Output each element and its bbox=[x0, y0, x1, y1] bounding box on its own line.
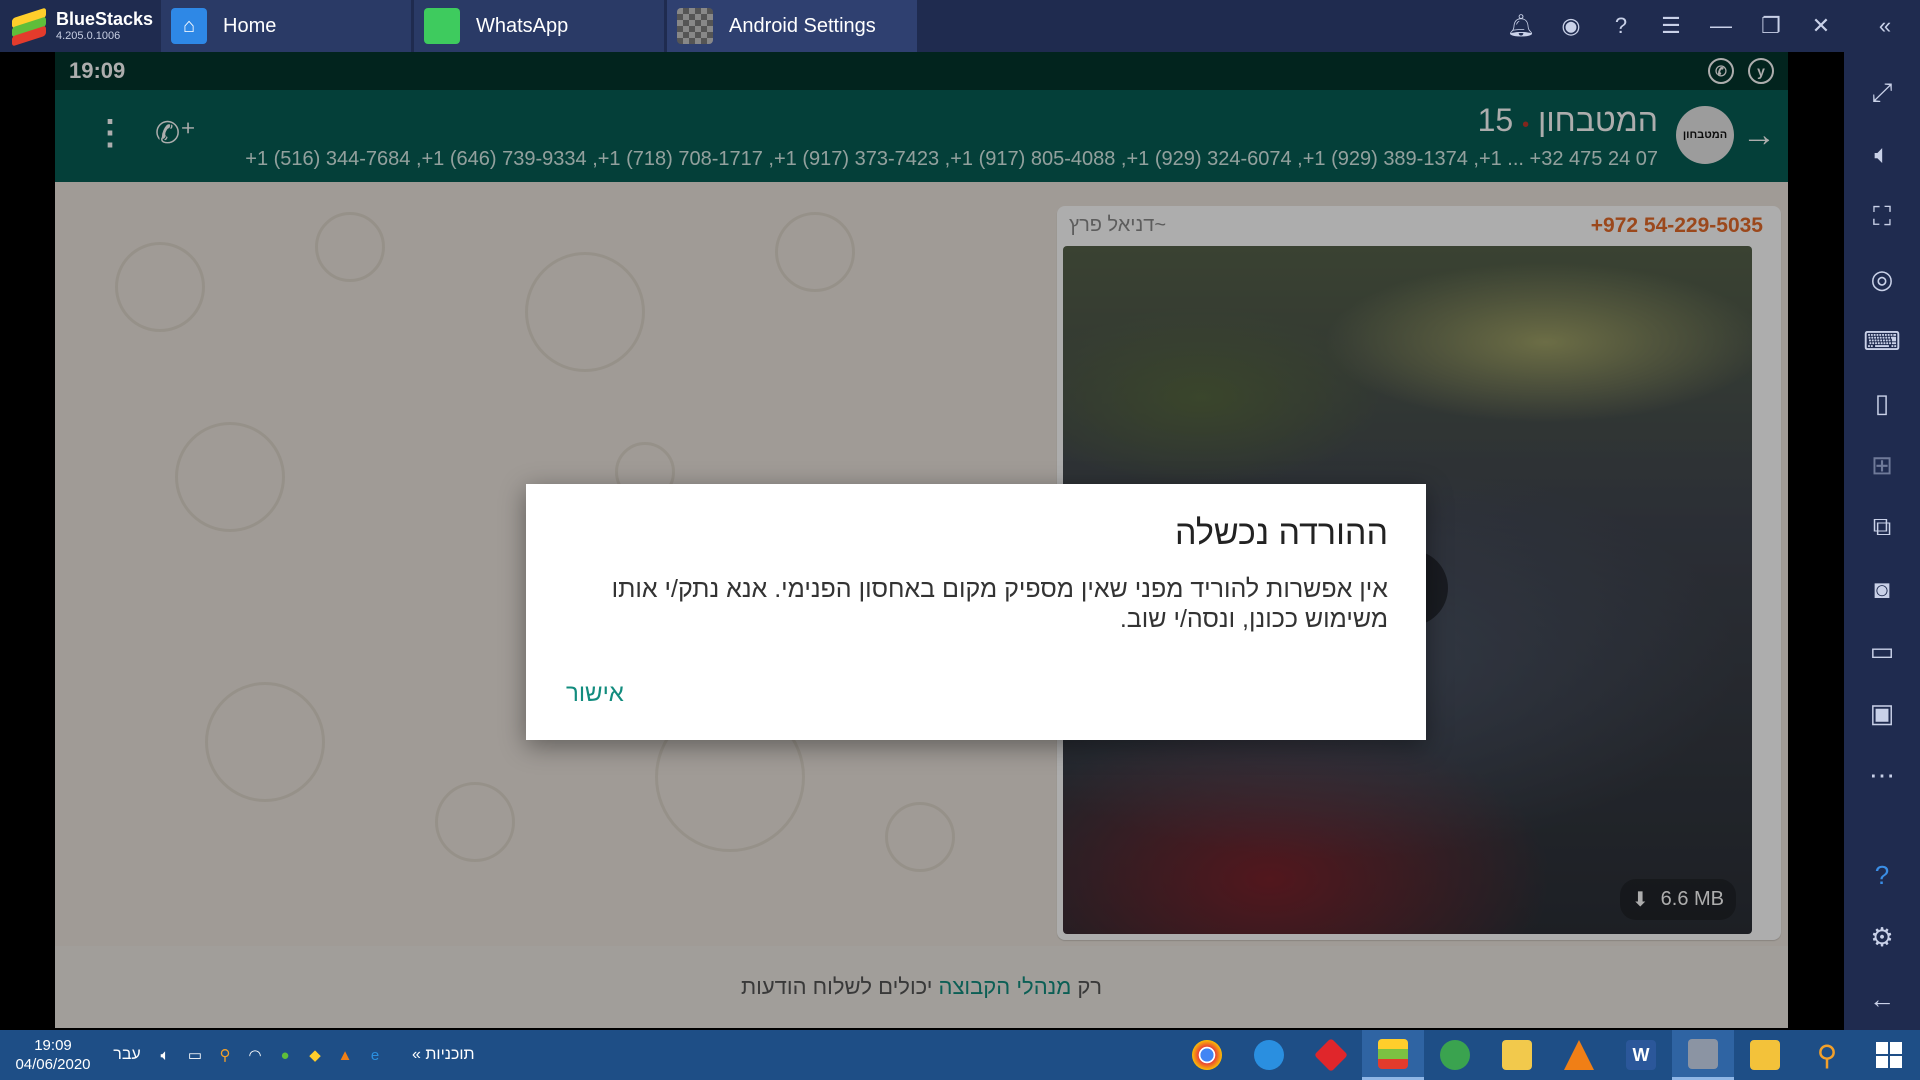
speaker-icon[interactable]: 🔈︎ bbox=[154, 1044, 176, 1066]
bluestacks-taskbar-icon[interactable] bbox=[1362, 1030, 1424, 1080]
clock-date: 04/06/2020 bbox=[15, 1056, 91, 1073]
restore-icon[interactable]: ❐ bbox=[1746, 0, 1796, 52]
system-tray: 🔈︎ ▭ ⚲ ◠ ● ◆ ▲ e bbox=[154, 1044, 386, 1066]
rotate-icon[interactable]: ▯ bbox=[1844, 372, 1920, 434]
account-icon[interactable]: ◉ bbox=[1546, 0, 1596, 52]
more-icon[interactable]: ⋯ bbox=[1844, 744, 1920, 806]
volume-icon[interactable]: 🔈︎ bbox=[1844, 124, 1920, 186]
back-icon[interactable]: ← bbox=[1844, 968, 1920, 1030]
word-icon[interactable]: W bbox=[1610, 1030, 1672, 1080]
title-bar: BlueStacks 4.205.0.1006 ⌂ Home WhatsApp … bbox=[0, 0, 1920, 52]
eye-icon[interactable]: ◎ bbox=[1844, 248, 1920, 310]
gamepad-icon[interactable]: ⊞ bbox=[1844, 434, 1920, 496]
tab-label: WhatsApp bbox=[476, 14, 569, 37]
collapse-sidebar-icon[interactable]: « bbox=[1860, 0, 1910, 52]
chrome-icon[interactable] bbox=[1176, 1030, 1238, 1080]
fullscreen-icon[interactable]: ⤢ bbox=[1844, 62, 1920, 124]
app-name: BlueStacks bbox=[56, 9, 154, 29]
close-icon[interactable]: ✕ bbox=[1796, 0, 1846, 52]
multi-instance-icon[interactable]: ⧉ bbox=[1844, 496, 1920, 558]
folder-app-icon[interactable] bbox=[1486, 1030, 1548, 1080]
bell-icon[interactable]: 🔔︎ bbox=[1496, 0, 1546, 52]
windows-start-icon[interactable] bbox=[1858, 1030, 1920, 1080]
battery-icon[interactable]: ▭ bbox=[184, 1044, 206, 1066]
search-tray-icon[interactable]: ⚲ bbox=[214, 1044, 236, 1066]
search-icon[interactable]: ⚲ bbox=[1796, 1030, 1858, 1080]
programs-toolbar[interactable]: « תוכניות bbox=[412, 1046, 475, 1064]
settings-icon[interactable]: ⚙ bbox=[1844, 906, 1920, 968]
bluestacks-logo: BlueStacks 4.205.0.1006 bbox=[0, 0, 158, 52]
dialog-message: אין אפשרות להוריד מפני שאין מספיק מקום ב… bbox=[611, 575, 1388, 633]
app-version: 4.205.0.1006 bbox=[56, 30, 121, 42]
help-icon[interactable]: ? bbox=[1596, 0, 1646, 52]
tab-android-settings[interactable]: Android Settings bbox=[667, 0, 917, 52]
download-failed-dialog: ההורדה נכשלה אין אפשרות להוריד מפני שאין… bbox=[526, 484, 1426, 740]
edge-icon[interactable] bbox=[1238, 1030, 1300, 1080]
windows-taskbar: 19:09 04/06/2020 עבר 🔈︎ ▭ ⚲ ◠ ● ◆ ▲ e « … bbox=[0, 1030, 1920, 1080]
menu-icon[interactable]: ☰ bbox=[1646, 0, 1696, 52]
whatsapp-app-icon bbox=[424, 8, 460, 44]
keyboard-icon[interactable]: ⌨ bbox=[1844, 310, 1920, 372]
resize-icon[interactable]: ⛶ bbox=[1844, 186, 1920, 248]
programs-label: תוכניות bbox=[425, 1046, 475, 1063]
globe-tray-icon[interactable]: ● bbox=[274, 1044, 296, 1066]
android-screen: 19:09 ✆ y → המטבחון המטבחון • 15 +1 (516… bbox=[55, 52, 1788, 1028]
screenshot-icon[interactable]: ◙ bbox=[1844, 558, 1920, 620]
wifi-icon[interactable]: ◠ bbox=[244, 1044, 266, 1066]
minimize-icon[interactable]: — bbox=[1696, 0, 1746, 52]
bluestacks-tray-icon[interactable]: ◆ bbox=[304, 1044, 326, 1066]
taskbar-clock[interactable]: 19:09 04/06/2020 bbox=[0, 1030, 106, 1080]
camera-app-icon[interactable] bbox=[1672, 1030, 1734, 1080]
clock-time: 19:09 bbox=[34, 1036, 72, 1054]
tab-whatsapp[interactable]: WhatsApp bbox=[414, 0, 664, 52]
ok-button[interactable]: אישור bbox=[566, 680, 624, 708]
globe-app-icon[interactable] bbox=[1424, 1030, 1486, 1080]
help-icon[interactable]: ? bbox=[1844, 844, 1920, 906]
dialog-title: ההורדה נכשלה bbox=[1174, 514, 1388, 552]
left-border bbox=[0, 52, 55, 1030]
home-icon: ⌂ bbox=[171, 8, 207, 44]
expand-icon[interactable]: « bbox=[412, 1046, 421, 1063]
pinned-apps: W ⚲ bbox=[1176, 1030, 1920, 1080]
video-record-icon[interactable]: ▭ bbox=[1844, 620, 1920, 682]
bluestacks-sidebar: ⤢ 🔈︎ ⛶ ◎ ⌨ ▯ ⊞ ⧉ ◙ ▭ ▣ ⋯ ? ⚙ ← bbox=[1844, 52, 1920, 1030]
tab-home[interactable]: ⌂ Home bbox=[161, 0, 411, 52]
vlc-icon[interactable] bbox=[1548, 1030, 1610, 1080]
bluestacks-logo-icon bbox=[10, 7, 48, 47]
settings-app-icon bbox=[677, 8, 713, 44]
red-app-icon[interactable] bbox=[1300, 1030, 1362, 1080]
edge-tray-icon[interactable]: e bbox=[364, 1044, 386, 1066]
bluestacks-window: BlueStacks 4.205.0.1006 ⌂ Home WhatsApp … bbox=[0, 0, 1920, 1080]
vlc-tray-icon[interactable]: ▲ bbox=[334, 1044, 356, 1066]
media-icon[interactable]: ▣ bbox=[1844, 682, 1920, 744]
file-explorer-icon[interactable] bbox=[1734, 1030, 1796, 1080]
tab-label: Android Settings bbox=[729, 14, 876, 37]
tab-label: Home bbox=[223, 14, 277, 37]
language-indicator[interactable]: עבר bbox=[106, 1046, 148, 1064]
